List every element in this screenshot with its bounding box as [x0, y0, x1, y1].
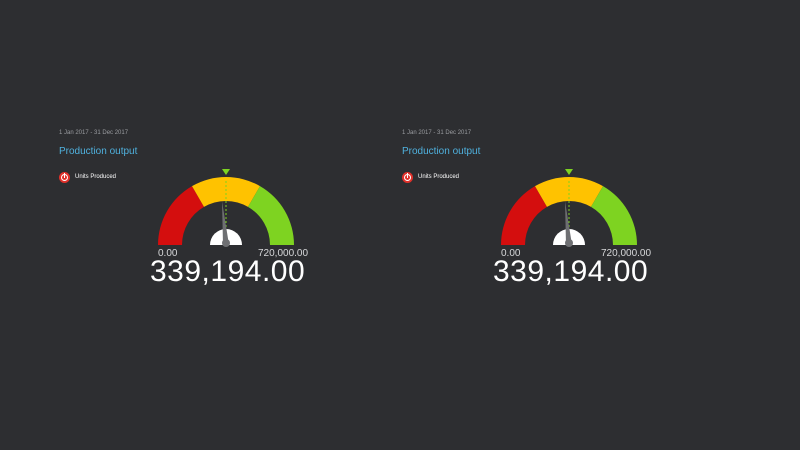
gauge-value: 339,194.00	[493, 255, 649, 288]
legend[interactable]: Units Produced	[402, 171, 459, 183]
gauge-chart	[158, 169, 294, 247]
legend-label: Units Produced	[418, 174, 460, 180]
legend-label: Units Produced	[75, 174, 117, 180]
gauge-chart	[501, 169, 637, 247]
gauge-needle	[222, 201, 229, 246]
gauge-widget-1: 1 Jan 2017 - 31 Dec 2017 Production outp…	[58, 128, 358, 298]
widget-title[interactable]: Production output	[59, 146, 137, 157]
gauge-needle-pivot	[222, 239, 230, 247]
date-range-label: 1 Jan 2017 - 31 Dec 2017	[59, 130, 129, 136]
legend[interactable]: Units Produced	[59, 171, 116, 183]
target-icon	[402, 171, 413, 183]
gauge-band-3	[591, 186, 637, 245]
gauge-widget-2: 1 Jan 2017 - 31 Dec 2017 Production outp…	[401, 128, 701, 298]
target-marker	[222, 169, 230, 175]
target-marker	[565, 169, 573, 175]
gauge-band-1	[501, 186, 547, 245]
widget-title[interactable]: Production output	[402, 146, 480, 157]
gauge-needle	[565, 201, 572, 246]
target-icon	[59, 171, 70, 183]
date-range-label: 1 Jan 2017 - 31 Dec 2017	[402, 130, 472, 136]
gauge-needle-pivot	[565, 239, 573, 247]
gauge-value: 339,194.00	[150, 255, 306, 288]
